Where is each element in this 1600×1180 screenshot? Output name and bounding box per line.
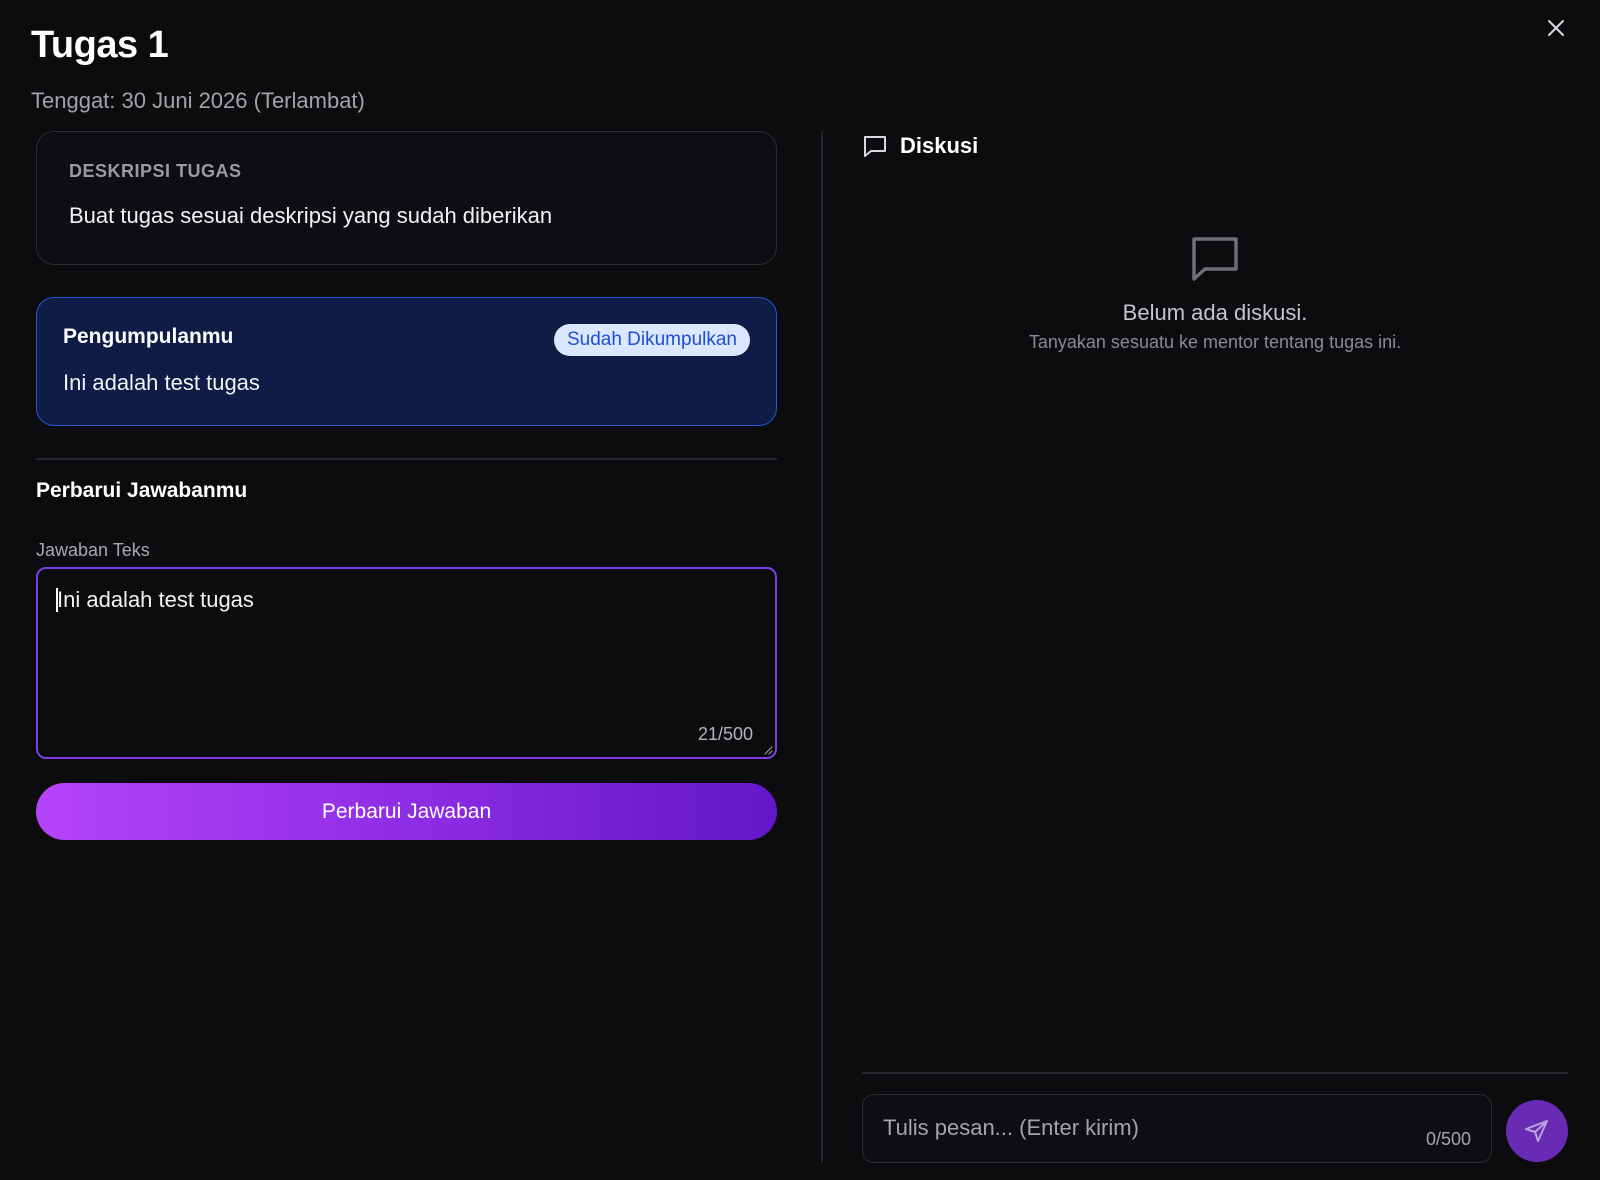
modal-header: Tugas 1 Tenggat: 30 Juni 2026 (Terlambat… bbox=[31, 22, 365, 114]
discussion-title: Diskusi bbox=[900, 133, 979, 158]
close-button[interactable] bbox=[1542, 14, 1570, 42]
deadline-text: Tenggat: 30 Juni 2026 (Terlambat) bbox=[31, 88, 365, 113]
message-placeholder: Tulis pesan... (Enter kirim) bbox=[883, 1115, 1139, 1140]
answer-field-label: Jawaban Teks bbox=[36, 540, 150, 560]
page-title: Tugas 1 bbox=[31, 24, 169, 66]
update-answer-button[interactable]: Perbarui Jawaban bbox=[36, 783, 777, 840]
chat-bubble-icon bbox=[864, 136, 886, 157]
answer-textarea-value: Ini adalah test tugas bbox=[57, 587, 254, 612]
answer-char-count: 21/500 bbox=[697, 724, 753, 744]
column-divider bbox=[821, 131, 823, 1163]
assignment-panel: DESKRIPSI TUGAS Buat tugas sesuai deskri… bbox=[36, 131, 777, 840]
section-divider bbox=[36, 458, 777, 460]
update-section-title: Perbarui Jawabanmu bbox=[36, 479, 248, 502]
resize-handle-icon[interactable] bbox=[763, 745, 773, 755]
send-icon bbox=[1525, 1120, 1548, 1142]
description-card: DESKRIPSI TUGAS Buat tugas sesuai deskri… bbox=[36, 131, 777, 265]
discussion-empty-state: Belum ada diskusi. Tanyakan sesuatu ke m… bbox=[862, 234, 1568, 353]
empty-state-subtitle: Tanyakan sesuatu ke mentor tentang tugas… bbox=[1028, 332, 1402, 352]
status-badge: Sudah Dikumpulkan bbox=[553, 324, 750, 356]
submission-card: Pengumpulanmu Sudah Dikumpulkan Ini adal… bbox=[36, 297, 777, 426]
description-text: Buat tugas sesuai deskripsi yang sudah d… bbox=[69, 203, 553, 228]
empty-state-title: Belum ada diskusi. bbox=[1122, 300, 1308, 325]
composer-divider bbox=[862, 1072, 1568, 1074]
discussion-header: Diskusi bbox=[862, 131, 1568, 161]
close-icon bbox=[1548, 20, 1564, 36]
message-input[interactable]: Tulis pesan... (Enter kirim) 0/500 bbox=[862, 1094, 1492, 1163]
message-char-count: 0/500 bbox=[1425, 1129, 1471, 1149]
description-label: DESKRIPSI TUGAS bbox=[69, 161, 242, 181]
discussion-panel: Diskusi Belum ada diskusi. Tanyakan sesu… bbox=[862, 131, 1568, 1163]
answer-textarea[interactable]: Ini adalah test tugas 21/500 bbox=[36, 567, 777, 759]
send-button[interactable] bbox=[1506, 1100, 1568, 1162]
chat-bubble-icon bbox=[1192, 237, 1238, 281]
assignment-modal: Tugas 1 Tenggat: 30 Juni 2026 (Terlambat… bbox=[0, 0, 1600, 1180]
submission-text: Ini adalah test tugas bbox=[63, 370, 260, 395]
